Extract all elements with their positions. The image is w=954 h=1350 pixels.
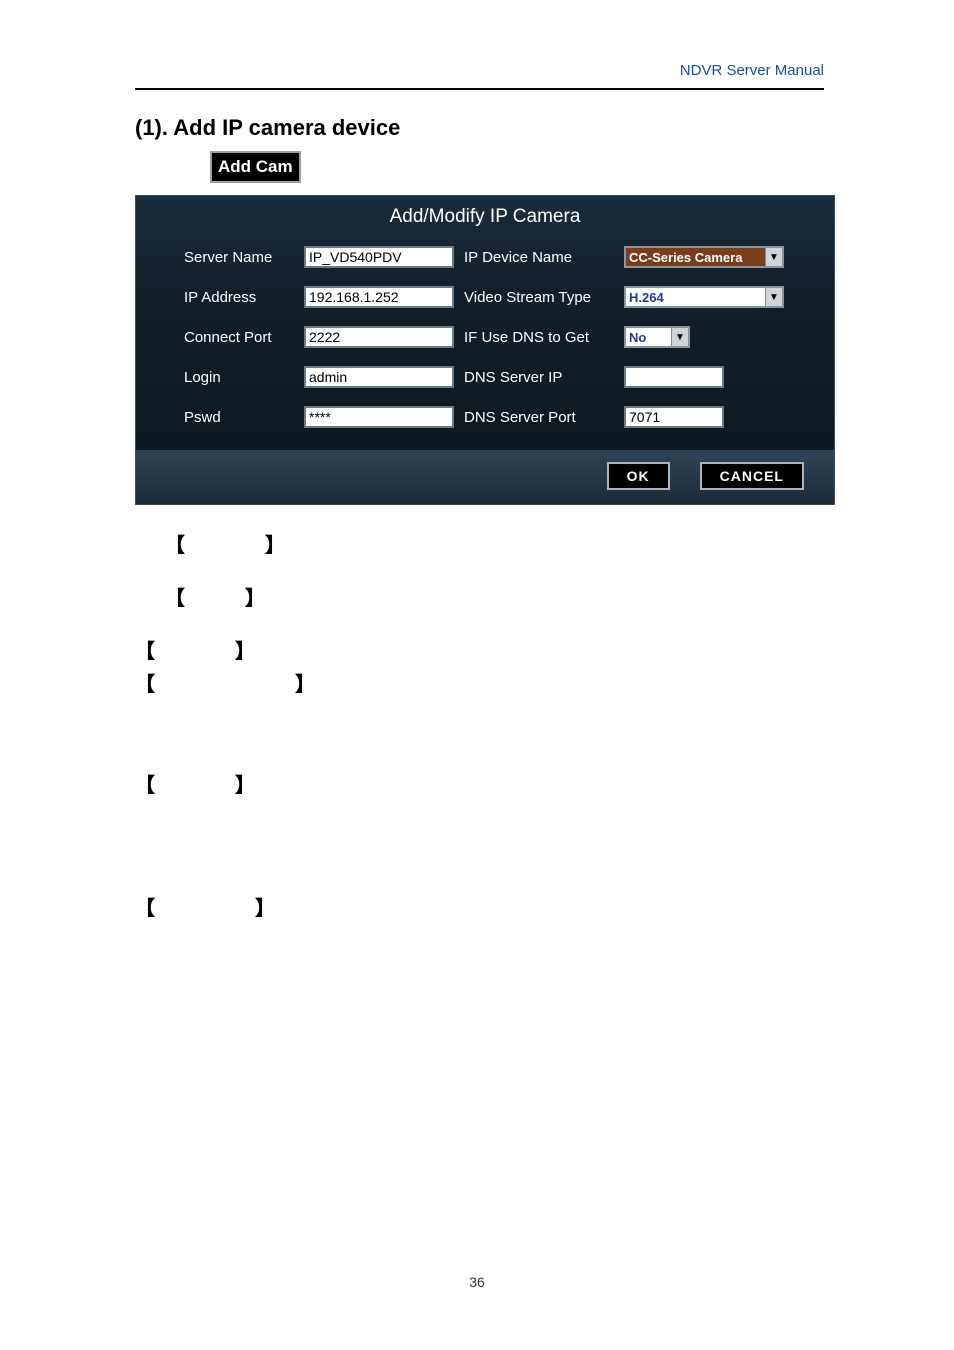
page: NDVR Server Manual (1). Add IP camera de…: [0, 0, 954, 1350]
use-dns-label: IF Use DNS to Get: [464, 329, 614, 346]
ip-device-name-value: CC-Series Camera: [629, 250, 742, 265]
connect-port-input[interactable]: 2222: [304, 326, 454, 348]
dns-server-ip-label: DNS Server IP: [464, 369, 614, 386]
section-title: (1). Add IP camera device: [135, 115, 834, 141]
bracket-row: 【 】: [135, 668, 834, 697]
header-link-text[interactable]: NDVR Server Manual: [680, 62, 824, 79]
ip-address-label: IP Address: [184, 289, 294, 306]
use-dns-select[interactable]: No ▼: [624, 326, 690, 348]
bracket-row: 【 】: [135, 769, 834, 798]
use-dns-value: No: [629, 330, 646, 345]
header-rule: [135, 88, 824, 90]
server-name-input[interactable]: IP_VD540PDV: [304, 246, 454, 268]
add-cam-button[interactable]: Add Cam: [210, 151, 301, 183]
header-link: NDVR Server Manual: [680, 62, 824, 79]
dns-server-port-label: DNS Server Port: [464, 409, 614, 426]
video-stream-type-value: H.264: [629, 290, 664, 305]
ip-device-name-select[interactable]: CC-Series Camera ▼: [624, 246, 784, 268]
bracket-row: 【 】: [165, 529, 834, 558]
dialog-title: Add/Modify IP Camera: [136, 196, 834, 246]
pswd-input[interactable]: ****: [304, 406, 454, 428]
server-name-label: Server Name: [184, 249, 294, 266]
chevron-down-icon: ▼: [765, 288, 782, 306]
bracket-row: 【 】: [135, 892, 834, 921]
login-label: Login: [184, 369, 294, 386]
bracket-row: 【 】: [135, 635, 834, 664]
cancel-button[interactable]: CANCEL: [700, 462, 804, 490]
chevron-down-icon: ▼: [671, 328, 688, 346]
pswd-label: Pswd: [184, 409, 294, 426]
ip-address-input[interactable]: 192.168.1.252: [304, 286, 454, 308]
video-stream-type-select[interactable]: H.264 ▼: [624, 286, 784, 308]
login-input[interactable]: admin: [304, 366, 454, 388]
video-stream-type-label: Video Stream Type: [464, 289, 614, 306]
dialog-footer: OK CANCEL: [136, 450, 834, 504]
bracket-row: 【 】: [165, 582, 834, 611]
connect-port-label: Connect Port: [184, 329, 294, 346]
add-modify-ip-camera-dialog: Add/Modify IP Camera Server Name IP_VD54…: [135, 195, 835, 505]
ip-device-name-label: IP Device Name: [464, 249, 614, 266]
dns-server-port-input[interactable]: 7071: [624, 406, 724, 428]
page-number: 36: [0, 1274, 954, 1290]
chevron-down-icon: ▼: [765, 248, 782, 266]
form-grid: Server Name IP_VD540PDV IP Device Name C…: [136, 246, 834, 450]
ok-button[interactable]: OK: [607, 462, 670, 490]
dns-server-ip-input[interactable]: [624, 366, 724, 388]
